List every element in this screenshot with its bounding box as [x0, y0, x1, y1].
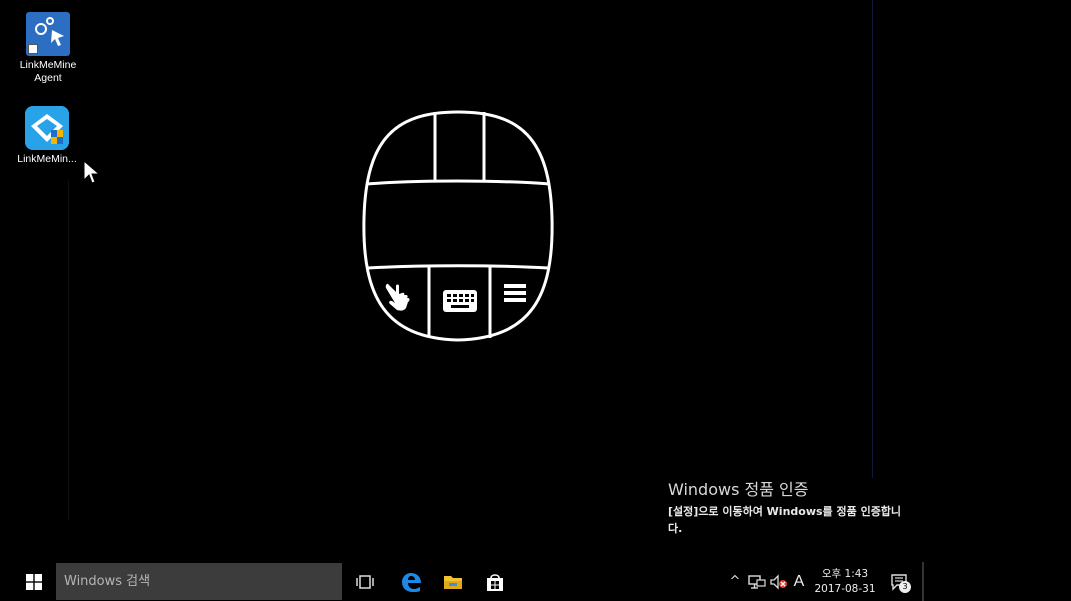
- taskbar: ^ A 오후 1:43 2017-08-31 3: [0, 562, 1071, 601]
- remote-touchpad[interactable]: [368, 188, 548, 264]
- file-explorer-button[interactable]: [436, 562, 470, 601]
- store-button[interactable]: [478, 562, 512, 601]
- remote-left-button[interactable]: [436, 114, 483, 180]
- remote-right-button[interactable]: [485, 114, 545, 180]
- desktop-icon-label: LinkMeMine Agent: [19, 59, 77, 84]
- activation-description: [설정]으로 이동하여 Windows를 정품 인증합니다.: [668, 505, 902, 535]
- desktop-icon-label: LinkMeMin...: [17, 153, 77, 165]
- remote-control-widget[interactable]: [360, 108, 556, 344]
- hand-pointer-icon: [385, 283, 410, 311]
- link-settings-icon: [26, 12, 70, 56]
- desktop-icon-linkmemine[interactable]: LinkMeMin...: [14, 106, 80, 166]
- action-center-button[interactable]: 3: [884, 562, 914, 601]
- network-icon: [748, 574, 766, 589]
- windows-logo-icon: [26, 573, 42, 590]
- taskbar-search-box[interactable]: [56, 563, 342, 600]
- keyboard-icon: [443, 290, 477, 312]
- volume-button[interactable]: [768, 562, 790, 601]
- desktop[interactable]: LinkMeMine Agent LinkMeMin... Windows 정품…: [0, 0, 1071, 562]
- mouse-pointer-icon: [83, 159, 101, 190]
- task-view-icon: [356, 574, 374, 589]
- desktop-icon-linkmemine-agent[interactable]: LinkMeMine Agent: [15, 12, 81, 85]
- keyboard-mode-button[interactable]: [442, 286, 478, 316]
- hamburger-menu-icon: [504, 284, 526, 302]
- windows-activation-watermark: Windows 정품 인증 [설정]으로 이동하여 Windows를 정품 인증…: [668, 480, 908, 537]
- notification-count-badge: 3: [899, 581, 911, 593]
- menu-button[interactable]: [500, 280, 532, 310]
- file-explorer-icon: [444, 575, 462, 589]
- activation-title: Windows 정품 인증: [668, 480, 809, 499]
- start-button[interactable]: [14, 562, 54, 601]
- show-desktop-button[interactable]: [922, 562, 924, 601]
- clock-time: 오후 1:43: [821, 567, 869, 580]
- store-icon: [487, 573, 503, 591]
- network-button[interactable]: [746, 562, 768, 601]
- edge-button[interactable]: [394, 562, 428, 601]
- task-view-button[interactable]: [348, 562, 382, 601]
- taskbar-clock[interactable]: 오후 1:43 2017-08-31: [810, 562, 880, 601]
- shortcut-arrow-icon: [28, 44, 38, 54]
- screen-divider-faint: [68, 180, 69, 520]
- screen-divider: [872, 0, 873, 478]
- edge-icon: [402, 572, 421, 592]
- linkmemine-app-icon: [25, 106, 69, 150]
- show-hidden-icons-button[interactable]: ^: [726, 562, 744, 601]
- search-input[interactable]: [64, 574, 324, 589]
- volume-muted-icon: [770, 573, 787, 590]
- clock-date: 2017-08-31: [814, 582, 876, 595]
- touch-mode-button[interactable]: [380, 276, 424, 320]
- input-method-indicator[interactable]: A: [790, 562, 808, 601]
